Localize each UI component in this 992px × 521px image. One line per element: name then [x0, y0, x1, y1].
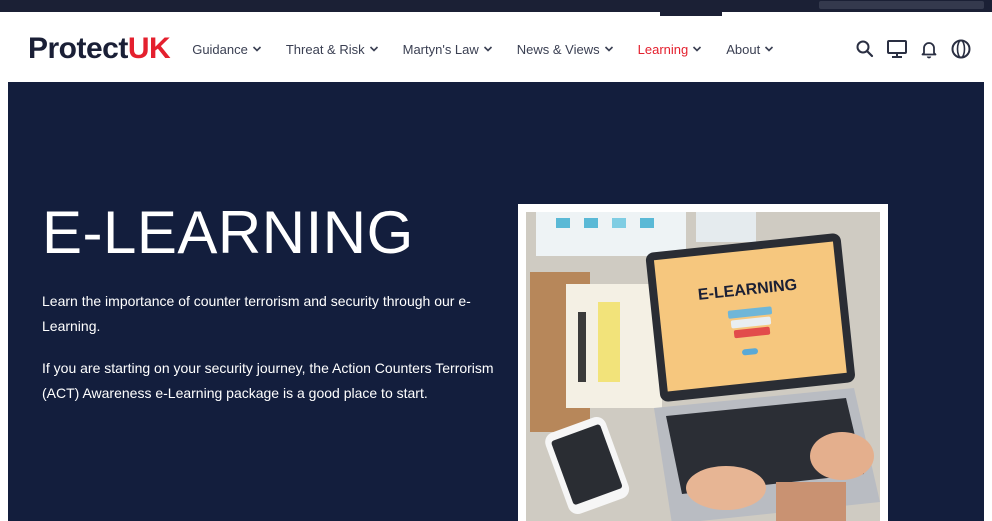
nav-item-label: About — [726, 41, 761, 57]
hero-image: E-LEARNING — [526, 212, 880, 521]
nav-item-threat-risk[interactable]: Threat & Risk — [286, 42, 379, 57]
top-strip-link[interactable] — [819, 1, 984, 9]
search-icon — [856, 40, 874, 58]
monitor-icon — [887, 40, 907, 58]
chevron-down-icon — [369, 46, 378, 52]
nav-item-about[interactable]: About — [726, 42, 774, 57]
nav-item-learning[interactable]: Learning — [638, 42, 703, 57]
top-strip — [0, 0, 992, 12]
chevron-down-icon — [483, 46, 492, 52]
language-button[interactable] — [950, 38, 972, 60]
logo-main: Protect — [28, 32, 128, 65]
logo[interactable]: ProtectUK — [28, 32, 171, 66]
search-button[interactable] — [854, 38, 876, 60]
page-title: E-LEARNING — [42, 199, 414, 266]
nav-item-martyns-law[interactable]: Martyn's Law — [403, 42, 493, 57]
hero-intro-text: Learn the importance of counter terroris… — [42, 293, 471, 334]
chevron-down-icon — [693, 46, 702, 52]
menu: Guidance Threat & Risk Martyn's Law News… — [192, 42, 798, 57]
header-tools — [844, 38, 972, 60]
nav-item-label: Guidance — [192, 41, 248, 57]
logo-accent: UK — [127, 32, 171, 65]
chevron-down-icon — [765, 46, 774, 52]
nav-item-label: News & Views — [516, 41, 600, 57]
main-navigation: ProtectUK Guidance Threat & Risk Martyn'… — [8, 16, 984, 82]
nav-item-label: Martyn's Law — [402, 41, 479, 57]
chevron-down-icon — [604, 46, 613, 52]
hero-body-text: If you are starting on your security jou… — [42, 360, 494, 401]
nav-item-label: Learning — [637, 41, 689, 57]
nav-item-news-views[interactable]: News & Views — [517, 42, 614, 57]
monitor-button[interactable] — [886, 38, 908, 60]
hero-image-frame: E-LEARNING — [518, 204, 888, 521]
bell-icon — [921, 42, 937, 59]
notifications-button[interactable] — [918, 38, 940, 60]
hero-section: E-LEARNING Learn the importance of count… — [8, 82, 984, 521]
laptop-illustration: E-LEARNING — [526, 212, 880, 521]
chevron-down-icon — [252, 46, 261, 52]
nav-item-label: Threat & Risk — [285, 41, 365, 57]
globe-icon — [951, 39, 971, 59]
nav-item-guidance[interactable]: Guidance — [192, 42, 262, 57]
